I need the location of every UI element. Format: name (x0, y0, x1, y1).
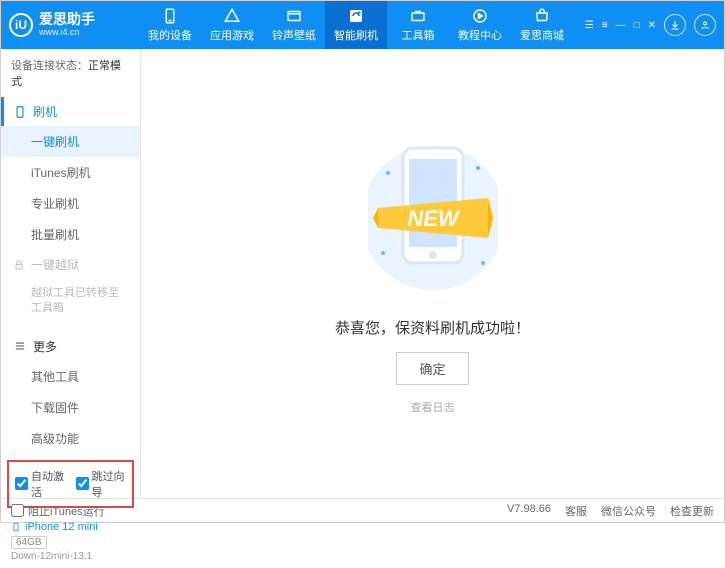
list-icon (13, 339, 27, 353)
sidebar-item-pro-flash[interactable]: 专业刷机 (1, 188, 140, 219)
sidebar-group-jailbreak: 一键越狱 (1, 250, 140, 279)
nav-toolbox[interactable]: 工具箱 (387, 1, 449, 49)
content-area: NEW 恭喜您，保资料刷机成功啦！ 确定 查看日志 (141, 49, 724, 498)
brand-name: 爱思助手 (39, 12, 95, 27)
sidebar: 设备连接状态：正常模式 刷机 一键刷机 iTunes刷机 专业刷机 批量刷机 一… (1, 49, 141, 498)
logo: iU 爱思助手 www.i4.cn (9, 12, 139, 37)
sidebar-item-oneclick-flash[interactable]: 一键刷机 (1, 126, 140, 157)
logo-icon: iU (9, 13, 33, 37)
version-label: V7.98.66 (507, 503, 551, 519)
minimize-icon[interactable]: — (616, 20, 626, 31)
sidebar-item-itunes-flash[interactable]: iTunes刷机 (1, 157, 140, 188)
checkbox-skip-guide[interactable]: 跳过向导 (76, 468, 127, 500)
titlebar: iU 爱思助手 www.i4.cn 我的设备 应用游戏 铃声壁纸 智能刷机 工具… (1, 1, 724, 49)
device-info[interactable]: iPhone 12 mini 64GB Down-12mini-13,1 (1, 514, 140, 568)
user-icon[interactable] (694, 14, 716, 36)
sidebar-item-advanced[interactable]: 高级功能 (1, 423, 140, 454)
nav-my-device[interactable]: 我的设备 (139, 1, 201, 49)
connection-status: 设备连接状态：正常模式 (1, 49, 140, 97)
menu-icon[interactable]: ☰ (585, 20, 594, 31)
support-link[interactable]: 客服 (565, 503, 587, 519)
nav-apps[interactable]: 应用游戏 (201, 1, 263, 49)
sidebar-jailbreak-note: 越狱工具已转移至工具箱 (1, 279, 140, 324)
main-nav: 我的设备 应用游戏 铃声壁纸 智能刷机 工具箱 教程中心 爱思商城 (139, 1, 585, 49)
device-model: Down-12mini-13,1 (11, 551, 130, 562)
phone-icon (13, 105, 27, 119)
sidebar-item-download-fw[interactable]: 下载固件 (1, 392, 140, 423)
sidebar-item-batch-flash[interactable]: 批量刷机 (1, 219, 140, 250)
nav-tutorials[interactable]: 教程中心 (449, 1, 511, 49)
window-controls: ☰ ≡ — □ ✕ (585, 14, 716, 36)
checkbox-auto-activate[interactable]: 自动激活 (15, 468, 66, 500)
lock-icon (13, 259, 25, 271)
checkbox-block-itunes[interactable]: 阻止iTunes运行 (11, 503, 105, 519)
sidebar-item-other-tools[interactable]: 其他工具 (1, 361, 140, 392)
view-log-link[interactable]: 查看日志 (411, 399, 455, 415)
close-icon[interactable]: ✕ (648, 20, 656, 31)
download-icon[interactable] (664, 14, 686, 36)
brand-url: www.i4.cn (39, 28, 95, 38)
check-update-link[interactable]: 检查更新 (670, 503, 714, 519)
wechat-link[interactable]: 微信公众号 (601, 503, 656, 519)
device-storage: 64GB (11, 536, 47, 549)
nav-flash[interactable]: 智能刷机 (325, 1, 387, 49)
ok-button[interactable]: 确定 (396, 352, 468, 385)
sidebar-group-flash[interactable]: 刷机 (1, 97, 140, 126)
svg-text:NEW: NEW (407, 206, 461, 231)
success-message: 恭喜您，保资料刷机成功啦！ (335, 317, 530, 338)
nav-ringtones[interactable]: 铃声壁纸 (263, 1, 325, 49)
success-illustration: NEW (368, 133, 498, 303)
sidebar-group-more[interactable]: 更多 (1, 332, 140, 361)
nav-store[interactable]: 爱思商城 (511, 1, 573, 49)
phone-icon (11, 520, 21, 534)
maximize-icon[interactable]: □ (634, 20, 640, 31)
options-box: 自动激活 跳过向导 (7, 460, 134, 508)
pin-icon[interactable]: ≡ (602, 20, 608, 31)
